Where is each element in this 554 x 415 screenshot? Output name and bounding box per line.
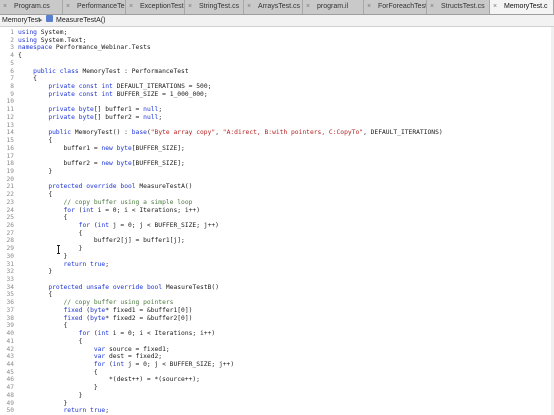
code-line: public MemoryTest() : base("Byte array c… — [48, 129, 443, 137]
close-icon[interactable]: × — [430, 0, 434, 14]
close-icon[interactable]: × — [367, 0, 371, 14]
tab-1[interactable]: × PerformanceTe — [63, 0, 126, 14]
breadcrumb-method[interactable]: MeasureTestA() — [56, 15, 105, 26]
tab-3[interactable]: × StringTest.cs — [185, 0, 244, 14]
breadcrumb-class[interactable]: MemoryTest — [2, 15, 40, 26]
tab-label: program.il — [317, 3, 349, 10]
tab-2[interactable]: × ExceptionTest.c — [126, 0, 185, 14]
code-line: namespace Performance_Webinar.Tests — [18, 44, 151, 52]
line-number-gutter: 1 2 3 4 5 6 7 8 9 10 11 12 13 14 15 16 17 18 19 20 21 22 23 24 2… — [0, 27, 14, 415]
close-icon[interactable]: × — [188, 0, 192, 14]
code-line: buffer1 = new byte[BUFFER_SIZE]; — [18, 144, 185, 152]
tab-label: StructsTest.cs — [441, 3, 485, 10]
tab-label: ForForeachTest — [378, 3, 427, 10]
close-icon[interactable]: × — [3, 0, 7, 14]
tab-5[interactable]: × program.il — [303, 0, 364, 14]
tab-0[interactable]: × Program.cs — [0, 0, 63, 14]
code-editor[interactable]: 1 2 3 4 5 6 7 8 9 10 11 12 13 14 15 16 17 18 19 20 21 22 23 24 2… — [0, 27, 554, 415]
code-line: private byte[] buffer2 = null; — [48, 113, 163, 121]
close-icon[interactable]: × — [129, 0, 133, 14]
chevron-right-icon: ▸ — [39, 17, 43, 24]
code-line: } — [18, 167, 53, 175]
tab-label: Program.cs — [14, 3, 50, 10]
code-line: public class MemoryTest : PerformanceTes… — [33, 67, 189, 75]
code-line: private const int BUFFER_SIZE = 1_000_00… — [48, 90, 208, 98]
tab-label: ArraysTest.cs — [258, 3, 301, 10]
close-icon[interactable]: × — [66, 0, 70, 14]
code-line: } — [18, 268, 53, 276]
tab-7[interactable]: × StructsTest.cs — [427, 0, 490, 14]
breadcrumb: MemoryTest ▸ MeasureTestA() — [0, 15, 554, 27]
tab-label: ExceptionTest.c — [140, 3, 185, 10]
tab-4[interactable]: × ArraysTest.cs — [244, 0, 303, 14]
text-cursor-icon — [57, 245, 61, 254]
tab-label: PerformanceTe — [77, 3, 125, 10]
close-icon[interactable]: × — [493, 0, 497, 14]
tab-label: StringTest.cs — [199, 3, 240, 10]
close-icon[interactable]: × — [247, 0, 251, 14]
tab-bar: × Program.cs × PerformanceTe × ExceptionTest.… — [0, 0, 554, 15]
method-icon — [46, 15, 53, 22]
tab-8[interactable]: × MemoryTest.c — [490, 0, 554, 14]
code-line: return true; — [63, 407, 110, 415]
tab-label: MemoryTest.c — [504, 3, 548, 10]
tab-6[interactable]: × ForForeachTest — [364, 0, 427, 14]
close-icon[interactable]: × — [306, 0, 310, 14]
code-area[interactable]: using System; using System.Text; namespace… — [18, 27, 554, 415]
line-number: 50 — [6, 407, 14, 415]
code-line: { — [18, 52, 22, 60]
